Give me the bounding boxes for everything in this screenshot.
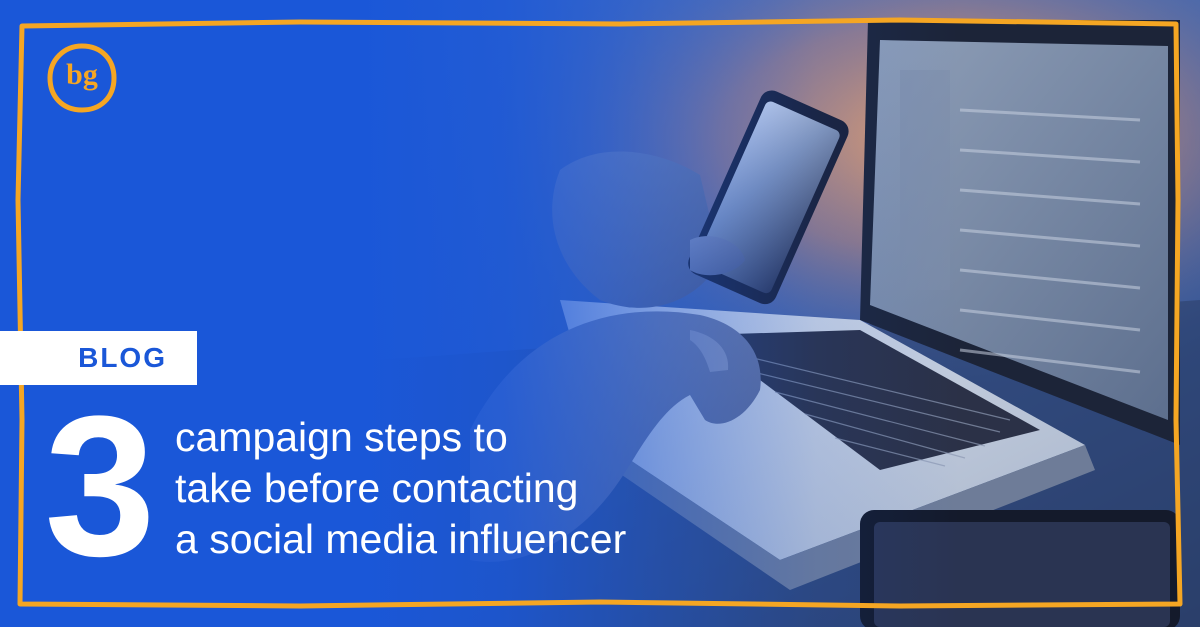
headline-line-2: take before contacting: [175, 465, 579, 511]
blog-banner: bg BLOG 3 campaign steps to take before …: [0, 0, 1200, 627]
headline: campaign steps to take before contacting…: [175, 412, 735, 565]
logo-text: bg: [66, 58, 98, 91]
bg-monogram-logo-icon: bg: [44, 40, 120, 116]
headline-line-1: campaign steps to: [175, 414, 508, 460]
blog-tag-label: BLOG: [78, 342, 167, 373]
headline-line-3: a social media influencer: [175, 516, 627, 562]
headline-number: 3: [44, 375, 156, 598]
